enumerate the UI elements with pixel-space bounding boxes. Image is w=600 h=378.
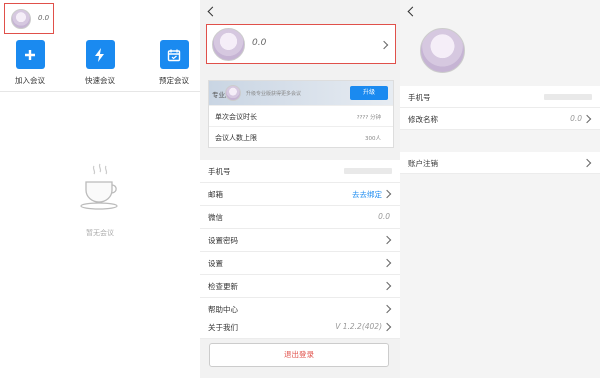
profile-row-rename[interactable]: 修改名称 0.0 xyxy=(400,108,600,130)
row-label: 设置 xyxy=(208,259,223,268)
row-label: 单次会议时长 xyxy=(215,113,257,121)
chevron-right-icon xyxy=(382,304,392,314)
divider xyxy=(0,91,200,92)
avatar[interactable] xyxy=(420,28,465,73)
row-value: 去去绑定 xyxy=(352,190,382,199)
chevron-right-icon xyxy=(382,322,392,332)
meeting-capacity-row: 会议人数上限 300人 xyxy=(209,126,393,148)
book-meeting-label: 预定会议 xyxy=(159,76,189,85)
avatar xyxy=(225,85,241,101)
row-label: 帮助中心 xyxy=(208,305,238,314)
settings-row-email[interactable]: 邮箱 去去绑定 xyxy=(200,183,400,206)
chevron-right-icon xyxy=(382,258,392,268)
settings-row-password[interactable]: 设置密码 xyxy=(200,229,400,252)
masked-value xyxy=(544,94,592,100)
logout-button[interactable]: 退出登录 xyxy=(209,343,389,367)
join-meeting-button[interactable]: 加入会议 xyxy=(0,40,60,86)
chevron-right-icon xyxy=(382,189,392,199)
plus-icon xyxy=(15,40,45,69)
settings-row-wechat[interactable]: 微信 0.0 xyxy=(200,206,400,229)
lightning-icon xyxy=(85,40,115,69)
row-label: 修改名称 xyxy=(408,115,438,124)
avatar xyxy=(11,9,31,29)
avatar xyxy=(212,28,245,61)
me-panel: 0.0 专业版 升级专业版获得更多会议 升级 单次会议时长 ???? 分钟 会议… xyxy=(200,0,400,378)
calendar-icon xyxy=(159,40,189,69)
profile-name: 0.0 xyxy=(38,14,50,22)
profile-detail-panel: 手机号 修改名称 0.0 账户注销 xyxy=(400,0,600,378)
chevron-right-icon xyxy=(382,235,392,245)
row-value: 300人 xyxy=(365,136,381,142)
upgrade-button[interactable]: 升级 xyxy=(350,86,388,100)
profile-row-delete-account[interactable]: 账户注销 xyxy=(400,152,600,174)
row-label: 邮箱 xyxy=(208,190,223,199)
row-label: 手机号 xyxy=(208,167,231,176)
empty-state-text: 暂无会议 xyxy=(86,229,114,237)
profile-header[interactable]: 0.0 xyxy=(4,3,54,34)
back-arrow-icon[interactable] xyxy=(205,5,219,19)
quick-meeting-button[interactable]: 快速会议 xyxy=(70,40,130,86)
chevron-right-icon xyxy=(382,281,392,291)
masked-value xyxy=(344,168,392,174)
version-text: V 1.2.2(402) xyxy=(335,322,382,331)
settings-row-update[interactable]: 检查更新 xyxy=(200,275,400,298)
profile-row-phone: 手机号 xyxy=(400,86,600,108)
home-panel: 0.0 加入会议 快速会议 预定会议 暂无会议 xyxy=(0,0,200,378)
join-meeting-label: 加入会议 xyxy=(15,76,45,85)
meeting-quota-card: 专业版 升级专业版获得更多会议 升级 单次会议时长 ???? 分钟 会议人数上限… xyxy=(208,80,394,148)
row-label: 账户注销 xyxy=(408,159,438,168)
row-label: 设置密码 xyxy=(208,236,238,245)
row-value: 0.0 xyxy=(570,114,582,123)
profile-name: 0.0 xyxy=(252,38,267,48)
profile-card[interactable]: 0.0 xyxy=(206,24,396,64)
chevron-right-icon xyxy=(582,158,592,168)
back-arrow-icon[interactable] xyxy=(405,5,419,19)
row-value: ???? 分钟 xyxy=(356,115,381,121)
settings-row-settings[interactable]: 设置 xyxy=(200,252,400,275)
row-value: 0.0 xyxy=(378,212,390,221)
row-label: 手机号 xyxy=(408,93,431,102)
meeting-duration-row: 单次会议时长 ???? 分钟 xyxy=(209,105,393,127)
settings-row-phone[interactable]: 手机号 xyxy=(200,160,400,183)
row-label: 微信 xyxy=(208,213,223,222)
row-label: 关于我们 xyxy=(208,323,238,332)
chevron-right-icon xyxy=(379,40,389,50)
row-label: 会议人数上限 xyxy=(215,134,257,142)
row-label: 检查更新 xyxy=(208,282,238,291)
chevron-right-icon xyxy=(582,114,592,124)
coffee-cup-icon xyxy=(80,163,118,210)
upgrade-hint: 升级专业版获得更多会议 xyxy=(246,91,302,97)
quick-meeting-label: 快速会议 xyxy=(85,76,115,85)
settings-row-about[interactable]: 关于我们 V 1.2.2(402) xyxy=(200,316,400,339)
upgrade-banner: 专业版 升级专业版获得更多会议 升级 xyxy=(209,81,393,105)
book-meeting-button[interactable]: 预定会议 xyxy=(144,40,200,86)
